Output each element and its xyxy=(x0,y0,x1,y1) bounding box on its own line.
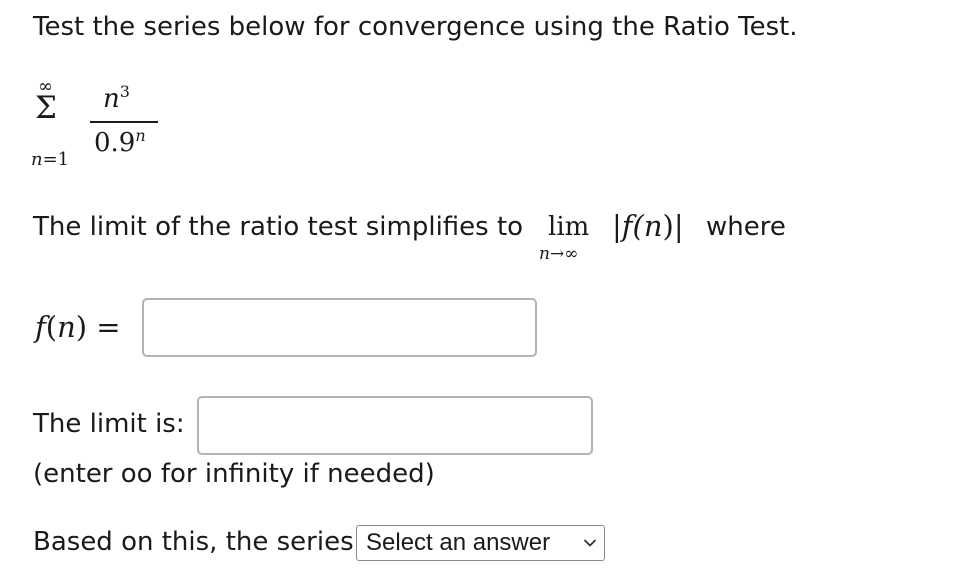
denominator-base: 0.9 xyxy=(94,128,136,158)
lim-subscript-var: n xyxy=(539,244,550,264)
limit-answer-input[interactable] xyxy=(197,396,593,455)
numerator-base: n xyxy=(103,84,120,114)
where-text: where xyxy=(706,212,786,242)
sigma-symbol: Σ xyxy=(35,90,57,126)
denominator-exponent: n xyxy=(135,126,146,145)
fn-label-var: n xyxy=(57,310,76,344)
abs-var: n xyxy=(643,209,663,243)
abs-close: )| xyxy=(662,209,684,243)
fn-label-close: ) = xyxy=(75,310,121,344)
fn-label: f(n) = xyxy=(35,309,121,345)
limit-statement-text: The limit of the ratio test simplifies t… xyxy=(33,212,524,242)
chevron-down-icon xyxy=(582,535,598,551)
fraction-numerator: n3 xyxy=(103,82,130,117)
question-prompt: Test the series below for convergence us… xyxy=(33,12,798,42)
limit-is-label: The limit is: xyxy=(33,409,185,439)
sigma-lower-eq: =1 xyxy=(42,149,70,170)
sigma-lower-var: n xyxy=(31,149,43,170)
fraction-bar xyxy=(90,121,158,123)
select-value: Select an answer xyxy=(366,529,551,556)
sigma-lower-limit: n=1 xyxy=(31,150,69,170)
abs-open-func: |f( xyxy=(612,209,644,243)
abs-f-expression: |f(n)| xyxy=(612,208,684,244)
fn-label-open: ( xyxy=(45,310,58,344)
lim-operator: lim xyxy=(548,212,590,242)
fraction-denominator: 0.9n xyxy=(94,126,146,161)
lim-subscript-arrow: →∞ xyxy=(549,244,579,264)
lim-subscript: n→∞ xyxy=(539,244,578,264)
infinity-hint: (enter oo for infinity if needed) xyxy=(33,459,435,489)
fn-label-func: f xyxy=(35,310,46,344)
numerator-exponent: 3 xyxy=(119,82,130,101)
conclusion-label: Based on this, the series xyxy=(33,527,354,557)
fn-answer-input[interactable] xyxy=(142,298,537,357)
series-conclusion-select[interactable]: Select an answer xyxy=(356,525,605,561)
